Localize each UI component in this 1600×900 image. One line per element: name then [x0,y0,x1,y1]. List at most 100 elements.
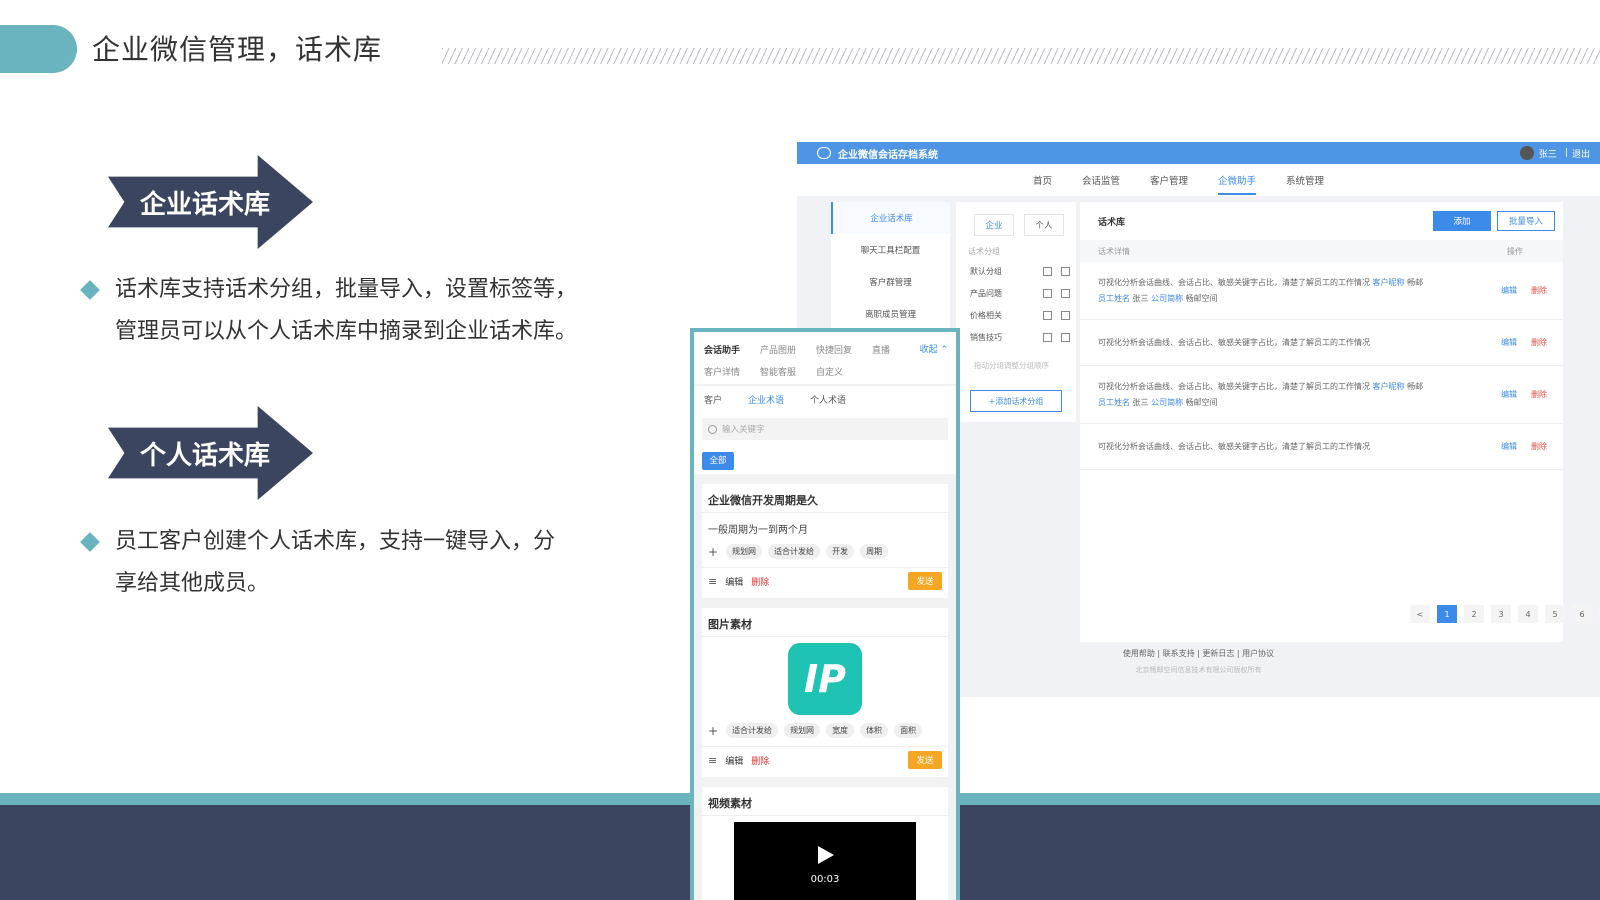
filter-all-button[interactable]: 全部 [702,452,734,470]
tag[interactable]: 宽度 [826,723,855,738]
tab-enterprise[interactable]: 企业 [974,214,1014,236]
tag[interactable]: 面积 [894,723,923,738]
collapse-toggle[interactable]: 收起 ⌃ [920,342,948,355]
tag[interactable]: 体积 [860,723,889,738]
mobile-screenshot: 会话助手 产品图册 快捷回复 直播 收起 ⌃ 客户详情 智能客服 自定义 客户 … [690,328,960,900]
edit-link[interactable]: 编辑 [1501,285,1517,296]
ip-logo-image[interactable]: IP [788,643,862,715]
bullet-line: 员工客户创建个人话术库，支持一键导入，分 [115,529,556,554]
image-card: 图片素材 IP + 适合计发给 规划网 宽度 体积 面积 ≡ 编辑 删除 发送 [702,608,948,777]
menu-icon[interactable]: ≡ [708,754,717,767]
page-button[interactable]: 2 [1464,605,1484,623]
group-row[interactable]: 默认分组 [956,260,1076,282]
nav-home[interactable]: 首页 [1033,173,1052,187]
page-button[interactable]: 6 [1572,605,1592,623]
card-body: 一般周期为一到两个月 [708,525,808,536]
tab-personal-terms[interactable]: 个人术语 [810,393,846,406]
chat-bubble-icon [817,147,831,159]
prev-page-button[interactable]: < [1410,605,1430,623]
card-actions: ≡ 编辑 删除 发送 [702,746,948,777]
card-actions: ≡ 编辑 删除 发送 [702,567,948,598]
batch-import-button[interactable]: 批量导入 [1497,211,1555,231]
edit-link[interactable]: 编辑 [725,575,743,588]
send-button[interactable]: 发送 [908,751,942,769]
menu-icon[interactable]: ≡ [708,575,717,588]
delete-link[interactable]: 删除 [1531,337,1547,348]
nav-customer-management[interactable]: 客户管理 [1150,173,1188,187]
tag-list: + 规划网 适合计发给 开发 周期 [702,542,948,567]
delete-link[interactable]: 删除 [751,754,908,767]
trash-icon[interactable] [1061,266,1070,276]
table-row: 可视化分析会话曲线、会话占比、敏感关键字占比，清楚了解员工的工作情况 编辑 删除 [1080,424,1563,470]
video-player[interactable]: 00:03 [734,822,916,900]
sidebar-item-resigned-members[interactable]: 离职成员管理 [831,298,950,330]
edit-link[interactable]: 编辑 [1501,389,1517,400]
tab-custom[interactable]: 自定义 [816,365,843,378]
tag-list: + 适合计发给 规划网 宽度 体积 面积 [702,721,948,746]
nav-session-monitor[interactable]: 会话监管 [1082,173,1120,187]
card-title: 视频素材 [702,787,948,816]
table-header: 话术详情 操作 [1080,240,1563,262]
edit-icon[interactable] [1043,310,1052,320]
edit-link[interactable]: 编辑 [725,754,743,767]
tab-customer[interactable]: 客户 [704,393,722,406]
group-row[interactable]: 价格相关 [956,304,1076,326]
script-card: 企业微信开发周期是久 一般周期为一到两个月 + 规划网 适合计发给 开发 周期 … [702,484,948,598]
delete-link[interactable]: 删除 [1531,285,1547,296]
tag[interactable]: 规划网 [726,544,763,559]
col-detail: 话术详情 [1098,246,1130,256]
tab-customer-detail[interactable]: 客户详情 [704,365,740,378]
play-icon[interactable] [818,846,834,864]
group-name: 销售技巧 [970,332,1002,342]
tab-quick-reply[interactable]: 快捷回复 [816,343,852,356]
tab-live[interactable]: 直播 [872,343,890,356]
add-script-button[interactable]: 添加 [1433,211,1491,231]
search-input[interactable]: 输入关键字 [702,418,948,440]
add-tag-icon[interactable]: + [708,545,718,559]
trash-icon[interactable] [1061,288,1070,298]
tag[interactable]: 适合计发给 [768,544,821,559]
page-button[interactable]: 5 [1545,605,1565,623]
page-button[interactable]: 3 [1491,605,1511,623]
sidebar-item-enterprise-library[interactable]: 企业话术库 [831,202,950,234]
sidebar-item-group-management[interactable]: 客户群管理 [831,266,950,298]
tab-enterprise-terms[interactable]: 企业术语 [748,393,784,406]
nav-wecom-assistant[interactable]: 企微助手 [1218,173,1257,195]
row-text: 可视化分析会话曲线、会话占比、敏感关键字占比，清楚了解员工的工作情况 客户昵称 … [1098,381,1424,407]
avatar[interactable] [1519,146,1534,160]
add-tag-icon[interactable]: + [708,724,718,738]
user-name[interactable]: 张三 [1539,147,1557,160]
page-button[interactable]: 4 [1518,605,1538,623]
tag[interactable]: 规划网 [784,723,821,738]
tag[interactable]: 周期 [860,544,889,559]
delete-link[interactable]: 删除 [751,575,908,588]
trash-icon[interactable] [1061,310,1070,320]
tag[interactable]: 开发 [826,544,855,559]
edit-icon[interactable] [1043,332,1052,342]
sidebar-item-toolbar-config[interactable]: 聊天工具栏配置 [831,234,950,266]
table-row: 可视化分析会话曲线、会话占比、敏感关键字占比，清楚了解员工的工作情况 客户昵称 … [1080,366,1563,424]
bullet-enterprise-library: 话术库支持话术分组，批量导入，设置标签等， 管理员可以从个人话术库中摘录到企业话… [80,269,640,353]
separator: | [1564,148,1568,158]
page-button[interactable]: 1 [1437,605,1457,623]
edit-link[interactable]: 编辑 [1501,337,1517,348]
edit-link[interactable]: 编辑 [1501,441,1517,452]
edit-icon[interactable] [1043,266,1052,276]
section-arrow-enterprise-library: 企业话术库 [108,155,313,249]
logout-link[interactable]: 退出 [1572,147,1590,160]
group-name: 产品问题 [970,288,1002,298]
edit-icon[interactable] [1043,288,1052,298]
nav-system-management[interactable]: 系统管理 [1286,173,1324,187]
tag[interactable]: 适合计发给 [726,723,779,738]
tab-personal[interactable]: 个人 [1024,214,1064,236]
delete-link[interactable]: 删除 [1531,389,1547,400]
tab-chat-assistant[interactable]: 会话助手 [704,343,740,356]
delete-link[interactable]: 删除 [1531,441,1547,452]
send-button[interactable]: 发送 [908,572,942,590]
group-row[interactable]: 销售技巧 [956,326,1076,348]
tab-product-album[interactable]: 产品图册 [760,343,796,356]
tab-smart-service[interactable]: 智能客服 [760,365,796,378]
trash-icon[interactable] [1061,332,1070,342]
group-row[interactable]: 产品问题 [956,282,1076,304]
add-group-button[interactable]: +添加话术分组 [970,390,1062,412]
